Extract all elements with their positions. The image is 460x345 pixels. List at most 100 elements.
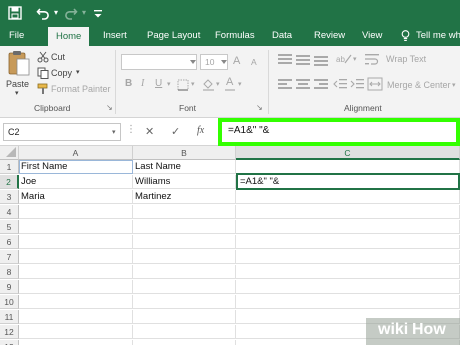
grid-cell[interactable] [19, 280, 133, 294]
format-painter-button[interactable]: Format Painter [51, 84, 111, 94]
customize-icon[interactable] [92, 4, 106, 22]
grid-cell[interactable] [19, 310, 133, 324]
cut-button[interactable]: Cut [51, 52, 65, 62]
grid-cell[interactable] [133, 325, 236, 339]
cancel-icon[interactable]: ✕ [145, 125, 154, 138]
formula-input[interactable]: =A1&" "& [228, 125, 269, 136]
font-color-button[interactable]: A [226, 76, 233, 88]
merge-center-button[interactable]: Merge & Center [387, 80, 451, 90]
decrease-indent-icon[interactable] [333, 78, 347, 92]
row-header-5[interactable]: 5 [0, 220, 19, 234]
bold-button[interactable]: B [125, 78, 132, 89]
row-header-13[interactable]: 13 [0, 340, 19, 345]
column-header-a[interactable]: A [19, 146, 133, 160]
row-header-1[interactable]: 1 [0, 160, 19, 174]
merge-center-icon[interactable] [367, 77, 383, 93]
shrink-font-button[interactable]: A [251, 57, 257, 67]
name-box[interactable]: C2 [3, 123, 121, 141]
insert-function-icon[interactable]: fx [197, 125, 204, 136]
tab-review[interactable]: Review [314, 26, 345, 46]
paste-dropdown-icon[interactable]: ▾ [15, 89, 19, 97]
cut-icon[interactable] [37, 51, 49, 65]
grid-cell[interactable] [236, 280, 460, 294]
bottom-align-icon[interactable] [314, 54, 328, 66]
cell-b1[interactable]: Last Name [133, 160, 236, 174]
fill-color-icon[interactable] [202, 78, 215, 93]
formula-bar-grip-icon[interactable]: ⋮ [126, 124, 136, 135]
font-name-dropdown-icon[interactable] [190, 60, 196, 64]
row-header-10[interactable]: 10 [0, 295, 19, 309]
fill-color-dropdown-icon[interactable]: ▾ [216, 80, 220, 88]
grid-cell[interactable] [19, 220, 133, 234]
row-header-7[interactable]: 7 [0, 250, 19, 264]
grid-cell[interactable] [133, 250, 236, 264]
italic-button[interactable]: I [141, 78, 144, 89]
grid-cell[interactable] [236, 220, 460, 234]
copy-button[interactable]: Copy [51, 68, 72, 78]
increase-indent-icon[interactable] [350, 78, 364, 92]
grid-cell[interactable] [133, 220, 236, 234]
merge-center-dropdown-icon[interactable]: ▾ [452, 81, 456, 89]
row-header-4[interactable]: 4 [0, 205, 19, 219]
grid-cell[interactable] [236, 190, 460, 204]
enter-icon[interactable]: ✓ [171, 125, 180, 138]
grow-font-button[interactable]: A [233, 55, 240, 67]
grid-cell[interactable] [133, 310, 236, 324]
name-box-dropdown-icon[interactable]: ▾ [112, 128, 116, 136]
grid-cell[interactable] [236, 295, 460, 309]
grid-cell[interactable] [133, 280, 236, 294]
row-header-8[interactable]: 8 [0, 265, 19, 279]
tell-me-search[interactable]: Tell me wha [416, 26, 460, 46]
orientation-dropdown-icon[interactable]: ▾ [353, 55, 357, 63]
tab-formulas[interactable]: Formulas [215, 26, 255, 46]
cell-a3[interactable]: Maria [19, 190, 133, 204]
cell-a1[interactable]: First Name [19, 160, 133, 174]
grid-cell[interactable] [133, 265, 236, 279]
tab-view[interactable]: View [362, 26, 382, 46]
save-icon[interactable] [8, 4, 24, 22]
grid-cell[interactable] [19, 250, 133, 264]
row-header-3[interactable]: 3 [0, 190, 19, 204]
underline-button[interactable]: U [155, 78, 162, 89]
worksheet-grid[interactable]: A B C 12345678910111213 First Name Last … [0, 146, 460, 345]
tab-insert[interactable]: Insert [103, 26, 127, 46]
font-size-dropdown-icon[interactable] [221, 60, 227, 64]
row-header-12[interactable]: 12 [0, 325, 19, 339]
orientation-icon[interactable]: ab [336, 52, 352, 67]
grid-cell[interactable] [19, 205, 133, 219]
copy-dropdown-icon[interactable]: ▾ [76, 68, 80, 76]
grid-cell[interactable] [236, 265, 460, 279]
grid-cell[interactable] [19, 340, 133, 345]
wrap-text-button[interactable]: Wrap Text [386, 54, 426, 64]
lightbulb-icon[interactable] [401, 26, 410, 46]
grid-cell[interactable] [133, 295, 236, 309]
tab-page-layout[interactable]: Page Layout [147, 26, 200, 46]
format-painter-icon[interactable] [37, 83, 49, 97]
grid-cell[interactable] [236, 250, 460, 264]
row-header-2[interactable]: 2 [0, 175, 19, 189]
copy-icon[interactable] [37, 67, 49, 81]
tab-data[interactable]: Data [272, 26, 292, 46]
align-left-icon[interactable] [278, 79, 292, 90]
tab-file[interactable]: File [9, 26, 24, 46]
align-center-icon[interactable] [296, 79, 310, 90]
cell-b2[interactable]: Williams [133, 175, 236, 189]
grid-cell[interactable] [19, 325, 133, 339]
wrap-text-icon[interactable] [364, 52, 380, 68]
grid-cell[interactable] [19, 295, 133, 309]
cell-a2[interactable]: Joe [19, 175, 133, 189]
grid-cell[interactable] [19, 265, 133, 279]
undo-dropdown-icon[interactable]: ▾ [52, 4, 60, 22]
borders-dropdown-icon[interactable]: ▾ [191, 80, 195, 88]
cell-b3[interactable]: Martinez [133, 190, 236, 204]
paste-button[interactable]: Paste ▾ [6, 50, 32, 98]
select-all-button[interactable] [0, 146, 19, 160]
row-header-11[interactable]: 11 [0, 310, 19, 324]
undo-icon[interactable] [36, 4, 52, 22]
font-name-select[interactable] [121, 54, 197, 70]
row-header-9[interactable]: 9 [0, 280, 19, 294]
grid-cell[interactable] [19, 235, 133, 249]
top-align-icon[interactable] [278, 54, 292, 65]
column-header-c[interactable]: C [236, 146, 460, 160]
row-header-6[interactable]: 6 [0, 235, 19, 249]
